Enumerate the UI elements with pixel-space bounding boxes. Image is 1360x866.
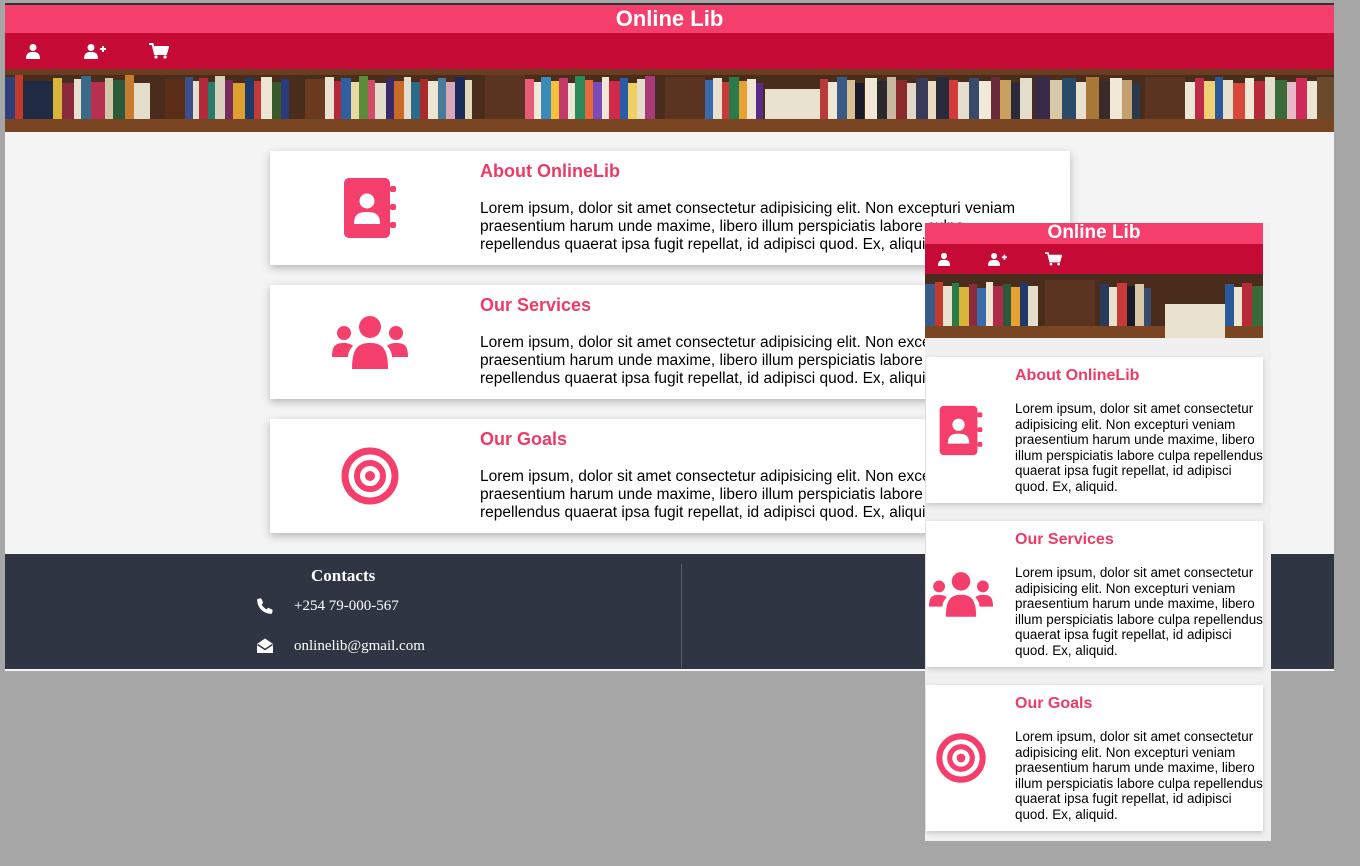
card-title: Our Services: [1015, 531, 1114, 548]
address-book-icon: [926, 357, 996, 503]
bookshelf-banner: [5, 69, 1334, 132]
contact-email: onlinelib@gmail.com: [255, 637, 425, 655]
footer-heading: Contacts: [311, 566, 376, 585]
card-title: About OnlineLib: [480, 161, 620, 181]
phone-number[interactable]: +254 79-000-567: [294, 598, 399, 615]
users-icon: [926, 521, 996, 667]
shopping-cart-icon[interactable]: [144, 39, 174, 63]
address-book-icon: [310, 151, 430, 265]
mobile-site-title: Online Lib: [925, 223, 1263, 244]
mobile-nav-bar: [925, 244, 1263, 274]
bullseye-icon: [926, 685, 996, 831]
nav-bar: [5, 33, 1334, 69]
footer-divider: [681, 564, 682, 668]
bullseye-icon: [310, 419, 430, 533]
user-plus-icon[interactable]: [984, 249, 1010, 269]
email-address[interactable]: onlinelib@gmail.com: [294, 638, 425, 655]
mobile-bookshelf-banner: [925, 274, 1263, 338]
phone-icon: [255, 597, 275, 615]
mobile-services-card: Our Services Lorem ipsum, dolor sit amet…: [926, 521, 1263, 667]
mobile-preview: Online Lib About OnlineLib Lorem ipsum, …: [925, 223, 1271, 841]
card-title: Our Goals: [480, 429, 568, 449]
card-text: Lorem ipsum, dolor sit amet consectetur …: [1015, 565, 1263, 658]
mobile-about-card: About OnlineLib Lorem ipsum, dolor sit a…: [926, 357, 1263, 503]
site-title: Online Lib: [5, 5, 1334, 33]
card-text: Lorem ipsum, dolor sit amet consectetur …: [1015, 729, 1263, 822]
card-text: Lorem ipsum, dolor sit amet consectetur …: [1015, 401, 1263, 494]
users-icon: [310, 285, 430, 399]
card-title: About OnlineLib: [1015, 367, 1140, 384]
card-title: Our Services: [480, 295, 592, 315]
contact-phone: +254 79-000-567: [255, 597, 399, 615]
user-icon[interactable]: [931, 249, 957, 269]
shopping-cart-icon[interactable]: [1040, 249, 1066, 269]
user-plus-icon[interactable]: [80, 39, 110, 63]
envelope-open-icon: [255, 637, 275, 655]
user-icon[interactable]: [18, 39, 48, 63]
mobile-goals-card: Our Goals Lorem ipsum, dolor sit amet co…: [926, 685, 1263, 831]
card-title: Our Goals: [1015, 695, 1093, 712]
